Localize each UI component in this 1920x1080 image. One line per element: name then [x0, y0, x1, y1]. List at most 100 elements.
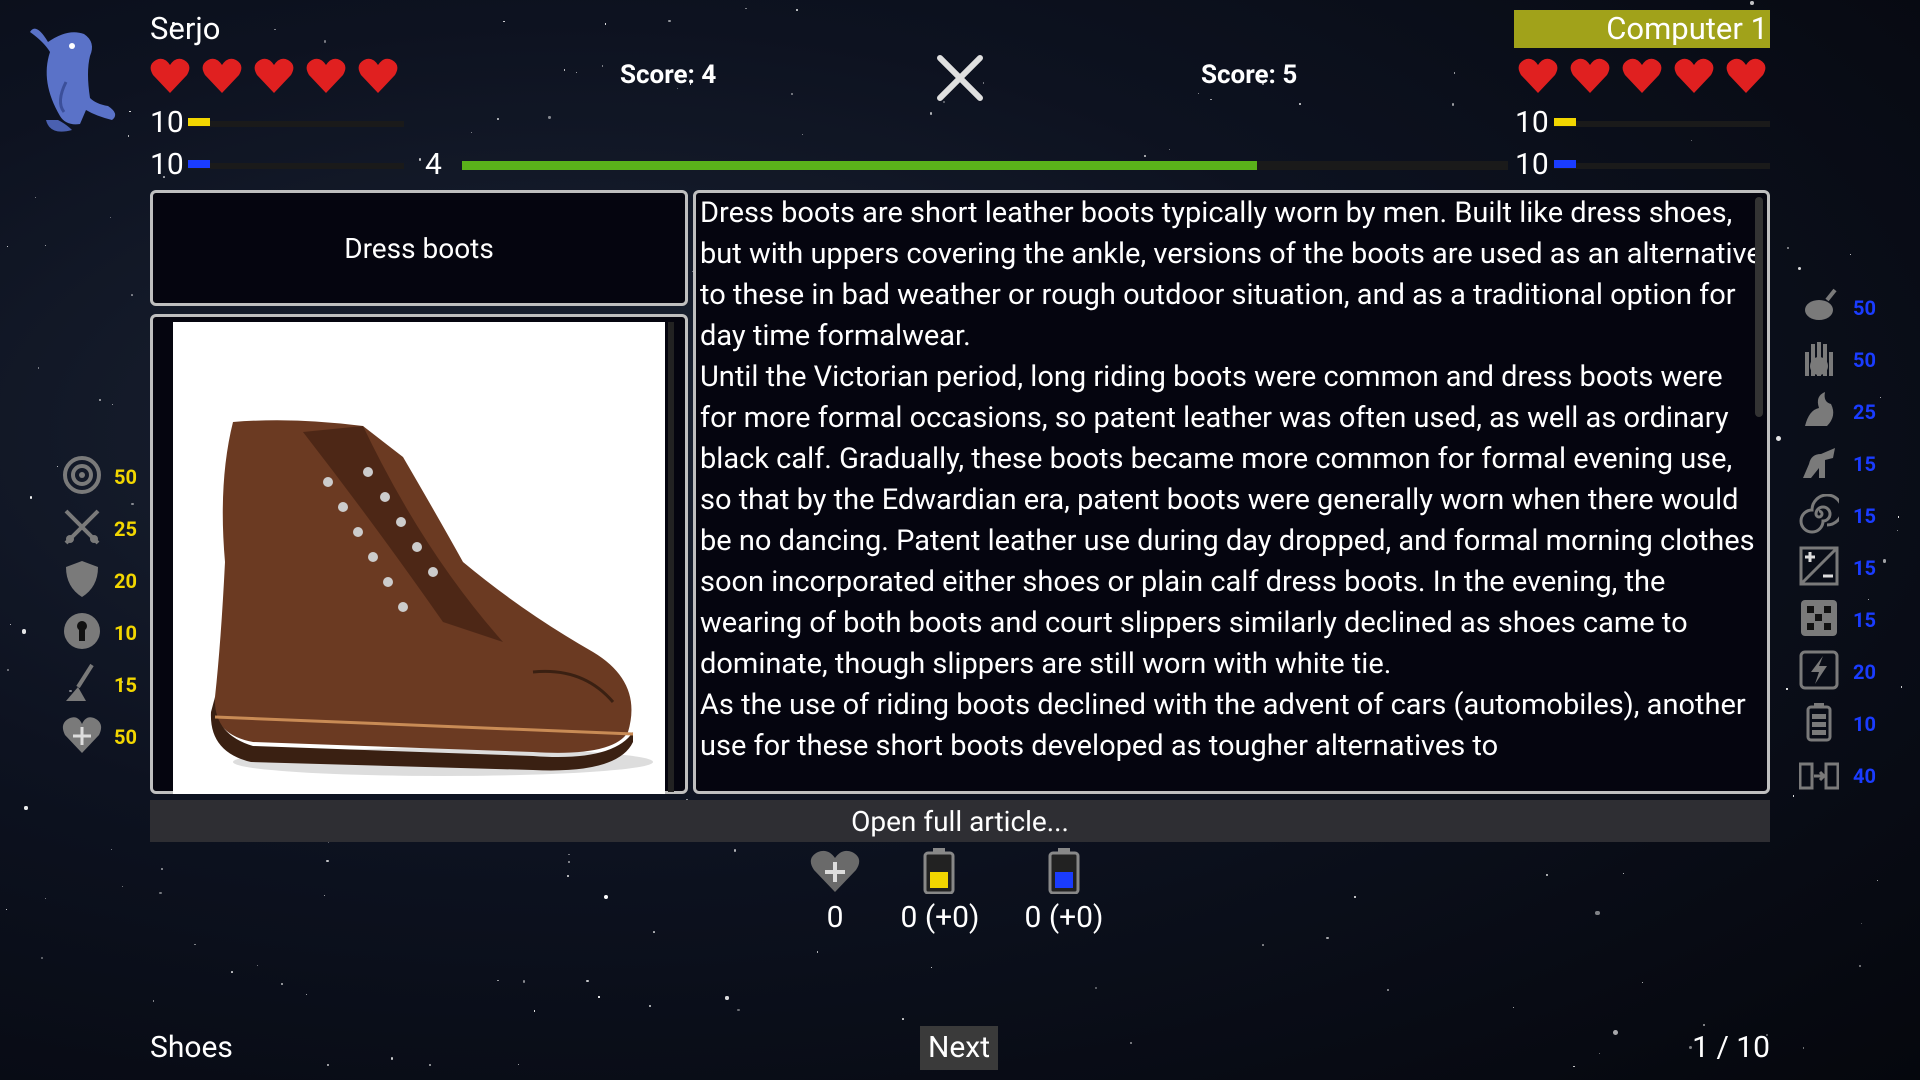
timer-value: 4: [425, 147, 442, 182]
shield-icon: [62, 559, 102, 603]
skill-lightning[interactable]: 20: [1799, 650, 1876, 694]
card-title-panel: Dress boots: [150, 190, 688, 306]
skill-value: 50: [114, 465, 137, 489]
heart-icon: [306, 57, 346, 99]
target-icon: [62, 455, 102, 499]
article-paragraph: Until the Victorian period, long riding …: [700, 360, 1755, 681]
skill-hamsa-hand[interactable]: 50: [1799, 338, 1876, 382]
broom-icon: [62, 663, 102, 707]
close-icon[interactable]: [935, 53, 985, 103]
skill-target[interactable]: 50: [62, 455, 137, 499]
open-article-button[interactable]: Open full article...: [150, 800, 1770, 842]
player-blue-value: 10: [150, 147, 184, 182]
opponent-yellow-value: 10: [1515, 105, 1549, 140]
card-title: Dress boots: [344, 231, 494, 265]
article-text: Dress boots are short leather boots typi…: [696, 193, 1767, 767]
skill-spiral[interactable]: 15: [1799, 493, 1876, 538]
skill-value: 15: [114, 673, 137, 697]
skill-value: 25: [1853, 400, 1876, 424]
image-scrollbar[interactable]: [668, 322, 674, 792]
grenade-icon: [1799, 286, 1839, 330]
article-paragraph: Dress boots are short leather boots typi…: [700, 196, 1762, 353]
dragon-icon: [1799, 390, 1839, 434]
resource-blue-value: 0 (+0): [1024, 900, 1104, 935]
heart-icon: [254, 57, 294, 99]
skill-value: 10: [1853, 712, 1876, 736]
article-panel[interactable]: Dress boots are short leather boots typi…: [693, 190, 1770, 794]
player-yellow-bar: [188, 118, 210, 126]
next-button[interactable]: Next: [920, 1026, 999, 1070]
dinosaur-icon: [1799, 442, 1839, 486]
skill-dragon[interactable]: 25: [1799, 390, 1876, 434]
plus-minus-icon: [1799, 546, 1839, 590]
player-name: Serjo: [150, 10, 221, 47]
skill-crossed-swords[interactable]: 25: [62, 507, 137, 551]
opponent-blue-value: 10: [1515, 147, 1549, 182]
yellow-battery-icon: [923, 848, 955, 894]
opponent-yellow-bar: [1554, 118, 1576, 126]
lightning-icon: [1799, 650, 1839, 694]
skill-heart-plus[interactable]: 50: [62, 715, 137, 759]
opponent-hearts: [1518, 57, 1766, 99]
heart-icon: [150, 57, 190, 99]
skill-value: 15: [1853, 608, 1876, 632]
card-image-panel: [150, 314, 688, 794]
heart-icon: [358, 57, 398, 99]
heart-icon: [1674, 57, 1714, 99]
skill-value: 50: [114, 725, 137, 749]
skill-value: 15: [1853, 504, 1876, 528]
opponent-yellow-track: [1554, 121, 1770, 127]
skill-value: 10: [114, 621, 137, 645]
skill-battery-transfer[interactable]: 40: [1798, 754, 1876, 798]
player-yellow-value: 10: [150, 105, 184, 140]
heart-icon: [1726, 57, 1766, 99]
page-indicator: 1 / 10: [1692, 1030, 1770, 1065]
resource-yellow-value: 0 (+0): [900, 900, 980, 935]
heart-icon: [1518, 57, 1558, 99]
keyhole-icon: [62, 611, 102, 655]
skill-value: 15: [1853, 556, 1876, 580]
player-hearts: [150, 57, 398, 99]
skill-value: 20: [1853, 660, 1876, 684]
skill-grenade[interactable]: 50: [1799, 286, 1876, 330]
opponent-blue-bar: [1554, 160, 1576, 168]
skill-dinosaur[interactable]: 15: [1799, 442, 1876, 486]
resource-health-value: 0: [826, 900, 844, 935]
heart-icon: [202, 57, 242, 99]
opponent-blue-track: [1554, 163, 1770, 169]
skill-value: 20: [114, 569, 137, 593]
article-paragraph: As the use of riding boots declined with…: [700, 688, 1746, 763]
skill-broom[interactable]: 15: [62, 663, 137, 707]
spiral-icon: [1799, 493, 1844, 538]
player-avatar: [30, 28, 116, 132]
skill-plus-minus[interactable]: 15: [1799, 546, 1876, 590]
hamsa-hand-icon: [1799, 338, 1839, 382]
heart-plus-icon: [810, 850, 860, 892]
player-blue-bar: [188, 160, 210, 168]
card-image-area: [173, 322, 665, 794]
dice-icon: [1799, 598, 1839, 642]
skill-value: 50: [1853, 348, 1876, 372]
player-score: Score: 4: [620, 60, 717, 90]
opponent-score: Score: 5: [1201, 60, 1298, 90]
battery-icon: [1799, 702, 1839, 746]
skill-keyhole[interactable]: 10: [62, 611, 137, 655]
boot-icon: [210, 420, 653, 776]
skill-value: 25: [114, 517, 137, 541]
skill-dice[interactable]: 15: [1799, 598, 1876, 642]
skill-battery[interactable]: 10: [1799, 702, 1876, 746]
skill-value: 50: [1853, 296, 1876, 320]
battery-transfer-icon: [1798, 754, 1840, 798]
skill-value: 40: [1853, 764, 1876, 788]
heart-icon: [1622, 57, 1662, 99]
timer-bar: [462, 161, 1257, 170]
heart-plus-icon: [62, 715, 102, 759]
article-scrollbar[interactable]: [1755, 197, 1763, 417]
player-yellow-track: [188, 121, 404, 127]
skill-value: 15: [1853, 452, 1876, 476]
heart-icon: [1570, 57, 1610, 99]
category-label: Shoes: [150, 1030, 233, 1065]
crossed-swords-icon: [62, 507, 102, 551]
skill-shield[interactable]: 20: [62, 559, 137, 603]
blue-battery-icon: [1048, 848, 1080, 894]
